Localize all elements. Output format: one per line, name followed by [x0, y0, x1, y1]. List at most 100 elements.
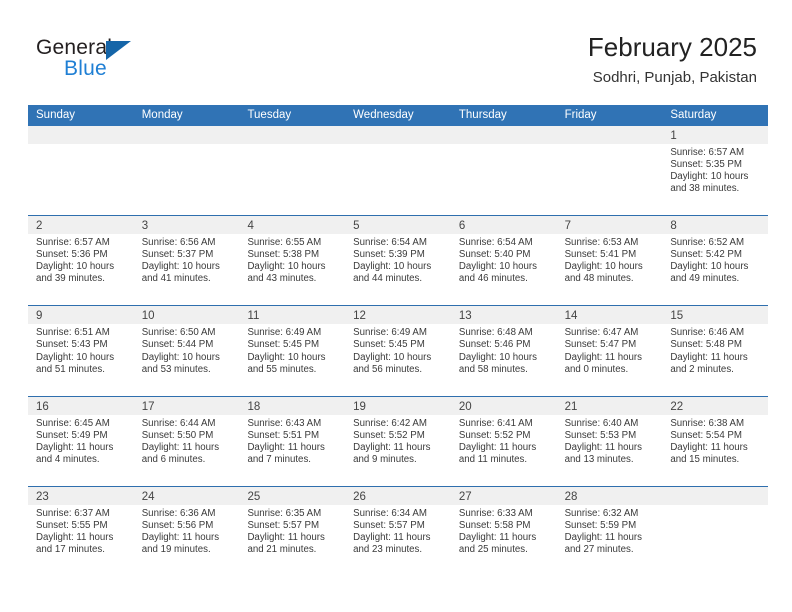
day-number: 8 [670, 220, 677, 233]
day-number: 18 [247, 400, 261, 413]
daylight-text-line2: and 39 minutes. [36, 273, 105, 285]
day-cell[interactable]: 20 Sunrise: 6:41 AM Sunset: 5:52 PM Dayligh… [450, 396, 557, 486]
day-cell[interactable]: 24 Sunrise: 6:36 AM Sunset: 5:56 PM Dayligh… [133, 486, 240, 576]
weekday-header-thursday: Thursday [458, 109, 507, 121]
day-cell[interactable]: 7 Sunrise: 6:53 AM Sunset: 5:41 PM Daylight… [556, 216, 663, 305]
day-number: 21 [564, 400, 578, 413]
day-cell[interactable]: 25 Sunrise: 6:35 AM Sunset: 5:57 PM Dayligh… [239, 486, 346, 576]
sunset-text: Sunset: 5:52 PM [353, 429, 425, 441]
day-cell[interactable]: 27 Sunrise: 6:33 AM Sunset: 5:58 PM Dayligh… [450, 486, 557, 576]
sun-info: Sunrise: 6:53 AM Sunset: 5:41 PM Daylight:… [557, 234, 663, 285]
day-cell[interactable]: 8 Sunrise: 6:52 AM Sunset: 5:42 PM Daylight… [662, 216, 769, 305]
logo-triangle-icon [106, 41, 131, 60]
calendar-week-row: 9 Sunrise: 6:51 AM Sunset: 5:43 PM Daylight… [28, 305, 769, 395]
day-number: 6 [458, 220, 466, 233]
day-number-band: 26 [345, 486, 451, 505]
daylight-text-line1: Daylight: 10 hours [458, 351, 537, 363]
sunset-text: Sunset: 5:40 PM [458, 249, 531, 261]
daylight-text-line2: and 27 minutes. [564, 544, 634, 556]
day-cell[interactable]: 16 Sunrise: 6:45 AM Sunset: 5:49 PM Dayligh… [28, 396, 134, 486]
day-cell[interactable]: 13 Sunrise: 6:48 AM Sunset: 5:46 PM Dayligh… [450, 306, 557, 395]
day-cell[interactable]: 6 Sunrise: 6:54 AM Sunset: 5:40 PM Daylight… [450, 216, 557, 305]
sun-info: Sunrise: 6:33 AM Sunset: 5:58 PM Daylight:… [451, 505, 557, 556]
daylight-text-line2: and 43 minutes. [247, 273, 317, 285]
day-cell[interactable]: 15 Sunrise: 6:46 AM Sunset: 5:48 PM Dayligh… [662, 306, 769, 395]
day-cell[interactable]: 14 Sunrise: 6:47 AM Sunset: 5:47 PM Dayligh… [556, 306, 663, 395]
day-cell[interactable]: 1 Sunrise: 6:57 AM Sunset: 5:35 PM Daylight… [662, 126, 769, 215]
daylight-text-line2: and 4 minutes. [36, 453, 100, 465]
day-number-band: 1 [662, 126, 769, 144]
day-cell[interactable]: 12 Sunrise: 6:49 AM Sunset: 5:45 PM Dayligh… [345, 306, 451, 395]
day-cell-empty [133, 126, 240, 215]
day-number: 25 [247, 490, 261, 503]
sunset-text: Sunset: 5:54 PM [670, 429, 742, 441]
day-number: 9 [36, 310, 43, 323]
day-cell[interactable]: 21 Sunrise: 6:40 AM Sunset: 5:53 PM Dayligh… [556, 396, 663, 486]
daylight-text-line1: Daylight: 11 hours [670, 351, 748, 363]
daylight-text-line1: Daylight: 10 hours [36, 351, 115, 363]
sun-info: Sunrise: 6:38 AM Sunset: 5:54 PM Daylight:… [662, 415, 768, 466]
daylight-text-line2: and 2 minutes. [670, 363, 734, 375]
day-number: 10 [141, 310, 155, 323]
day-cell[interactable]: 17 Sunrise: 6:44 AM Sunset: 5:50 PM Dayligh… [133, 396, 240, 486]
sunrise-text: Sunrise: 6:34 AM [353, 507, 427, 519]
daylight-text-line1: Daylight: 10 hours [141, 261, 220, 273]
day-cell[interactable]: 19 Sunrise: 6:42 AM Sunset: 5:52 PM Dayligh… [345, 396, 451, 486]
day-cell[interactable]: 28 Sunrise: 6:32 AM Sunset: 5:59 PM Dayligh… [556, 486, 663, 576]
day-cell[interactable]: 9 Sunrise: 6:51 AM Sunset: 5:43 PM Daylight… [28, 306, 134, 395]
day-number-band: 7 [556, 216, 663, 235]
day-number-band [662, 486, 769, 505]
sunset-text: Sunset: 5:45 PM [247, 339, 320, 351]
sunrise-text: Sunrise: 6:50 AM [141, 327, 216, 339]
day-number-band: 2 [28, 216, 134, 235]
daylight-text-line2: and 19 minutes. [141, 544, 211, 556]
day-cell-empty [556, 126, 663, 215]
day-cell[interactable]: 4 Sunrise: 6:55 AM Sunset: 5:38 PM Daylight… [239, 216, 346, 305]
sunset-text: Sunset: 5:57 PM [247, 519, 320, 531]
daylight-text-line1: Daylight: 11 hours [36, 441, 114, 453]
sun-info: Sunrise: 6:46 AM Sunset: 5:48 PM Daylight:… [662, 324, 768, 375]
day-cell[interactable]: 10 Sunrise: 6:50 AM Sunset: 5:44 PM Dayligh… [133, 306, 240, 395]
day-number: 7 [564, 220, 571, 233]
daylight-text-line2: and 49 minutes. [670, 273, 740, 285]
sunrise-text: Sunrise: 6:56 AM [141, 237, 216, 249]
day-cell[interactable]: 3 Sunrise: 6:56 AM Sunset: 5:37 PM Daylight… [133, 216, 240, 305]
day-number: 26 [353, 490, 366, 503]
calendar-weeks: 1 Sunrise: 6:57 AM Sunset: 5:35 PM Daylight… [28, 126, 769, 576]
day-cell[interactable]: 23 Sunrise: 6:37 AM Sunset: 5:55 PM Dayligh… [28, 486, 134, 576]
sunrise-text: Sunrise: 6:42 AM [353, 417, 427, 429]
sun-info: Sunrise: 6:32 AM Sunset: 5:59 PM Daylight:… [557, 505, 663, 556]
day-cell[interactable]: 11 Sunrise: 6:49 AM Sunset: 5:45 PM Dayligh… [239, 306, 346, 395]
general-blue-logo[interactable]: General Blue [36, 36, 166, 82]
sunrise-text: Sunrise: 6:36 AM [141, 507, 216, 519]
day-cell[interactable]: 18 Sunrise: 6:43 AM Sunset: 5:51 PM Dayligh… [239, 396, 346, 486]
day-number: 17 [141, 400, 155, 413]
daylight-text-line2: and 41 minutes. [141, 273, 211, 285]
day-cell[interactable]: 26 Sunrise: 6:34 AM Sunset: 5:57 PM Dayligh… [345, 486, 451, 576]
daylight-text-line1: Daylight: 11 hours [458, 441, 537, 453]
day-cell[interactable]: 5 Sunrise: 6:54 AM Sunset: 5:39 PM Daylight… [345, 216, 451, 305]
day-number-band [133, 126, 240, 144]
day-number: 11 [247, 310, 260, 323]
day-cell-empty [450, 126, 557, 215]
sunset-text: Sunset: 5:42 PM [670, 249, 742, 261]
day-cell[interactable]: 2 Sunrise: 6:57 AM Sunset: 5:36 PM Daylight… [28, 216, 134, 305]
daylight-text-line1: Daylight: 10 hours [247, 351, 326, 363]
sunset-text: Sunset: 5:56 PM [141, 519, 214, 531]
sun-info: Sunrise: 6:41 AM Sunset: 5:52 PM Daylight:… [451, 415, 557, 466]
day-number-band: 21 [556, 396, 663, 415]
sunset-text: Sunset: 5:48 PM [670, 339, 742, 351]
day-number-band [556, 126, 663, 144]
day-number: 13 [458, 310, 472, 323]
daylight-text-line1: Daylight: 11 hours [247, 441, 325, 453]
sunset-text: Sunset: 5:55 PM [36, 519, 108, 531]
day-number: 22 [670, 400, 684, 413]
day-number: 2 [36, 220, 43, 233]
daylight-text-line1: Daylight: 11 hours [353, 441, 431, 453]
daylight-text-line2: and 23 minutes. [353, 544, 423, 556]
daylight-text-line2: and 58 minutes. [458, 363, 528, 375]
day-cell[interactable]: 22 Sunrise: 6:38 AM Sunset: 5:54 PM Dayligh… [662, 396, 769, 486]
sunrise-text: Sunrise: 6:43 AM [247, 417, 322, 429]
sunrise-text: Sunrise: 6:32 AM [564, 507, 639, 519]
day-number-band: 22 [662, 396, 769, 415]
